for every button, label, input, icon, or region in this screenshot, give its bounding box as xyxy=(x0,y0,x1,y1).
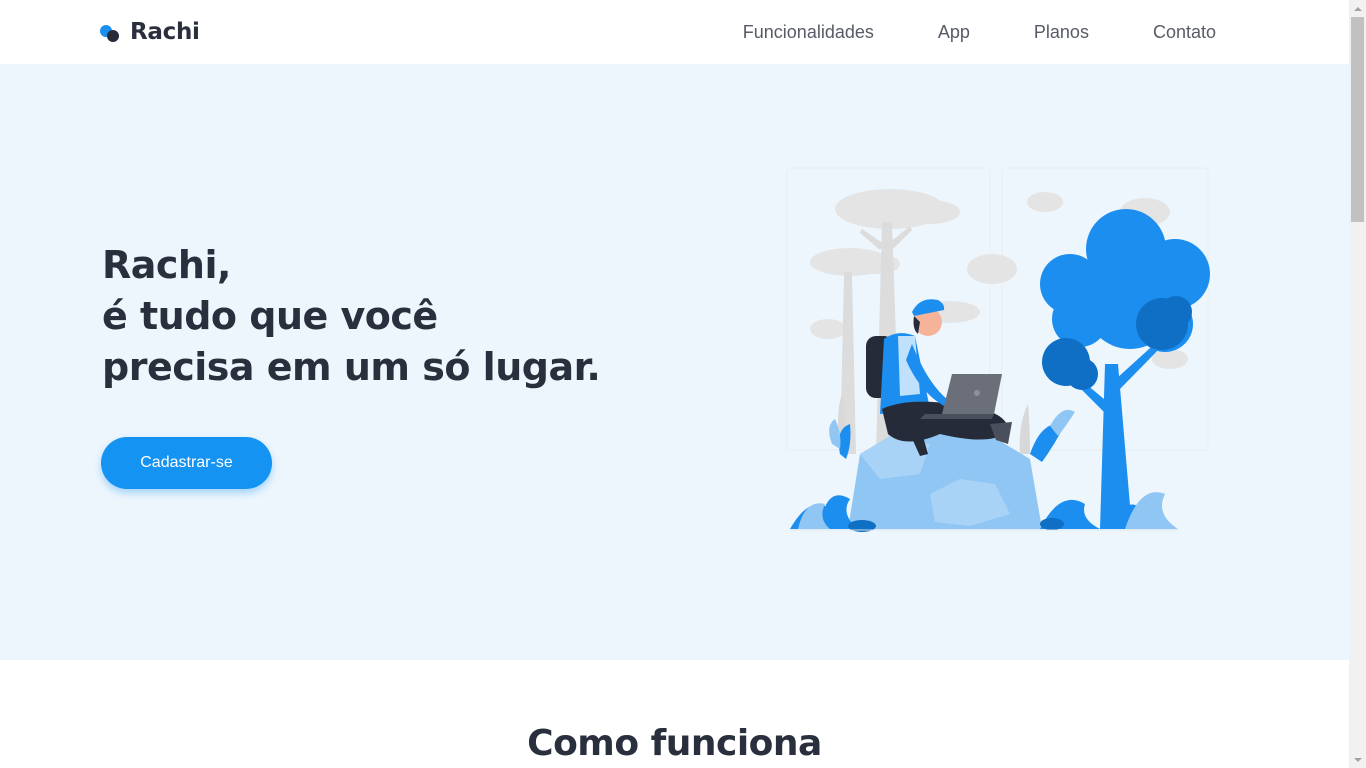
hero-title-line: precisa em um só lugar. xyxy=(102,345,601,389)
hero-section: Rachi, é tudo que você precisa em um só … xyxy=(0,64,1349,660)
hero-title-line: Rachi, xyxy=(102,243,231,287)
site-header: Rachi Funcionalidades App Planos Contato xyxy=(0,0,1349,64)
brand-logo-link[interactable]: Rachi xyxy=(100,16,200,48)
nav-item-planos[interactable]: Planos xyxy=(1034,22,1089,43)
signup-button[interactable]: Cadastrar-se xyxy=(101,437,272,489)
hero-title-line: é tudo que você xyxy=(102,294,438,338)
scroll-down-arrow-icon[interactable] xyxy=(1349,751,1366,768)
scrollbar-thumb[interactable] xyxy=(1351,17,1364,222)
scroll-up-arrow-icon[interactable] xyxy=(1349,0,1366,17)
hero-title: Rachi, é tudo que você precisa em um só … xyxy=(102,240,601,393)
section-title: Como funciona xyxy=(527,723,822,764)
hero-illustration xyxy=(786,167,1210,532)
brand-name: Rachi xyxy=(130,19,200,45)
vertical-scrollbar[interactable] xyxy=(1349,0,1366,768)
nav-item-contato[interactable]: Contato xyxy=(1153,22,1216,43)
main-nav: Funcionalidades App Planos Contato xyxy=(743,0,1216,64)
page-viewport: Rachi Funcionalidades App Planos Contato… xyxy=(0,0,1349,768)
nav-item-app[interactable]: App xyxy=(938,22,970,43)
logo-icon xyxy=(100,22,120,42)
nav-item-funcionalidades[interactable]: Funcionalidades xyxy=(743,22,874,43)
